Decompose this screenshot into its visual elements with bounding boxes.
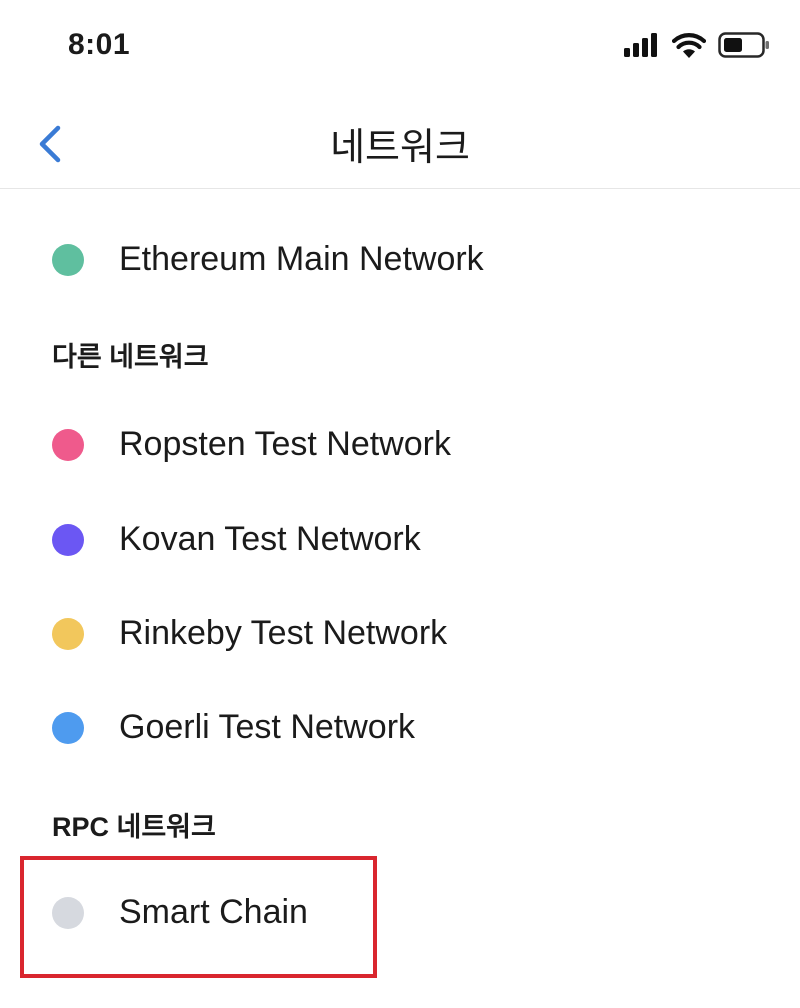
network-item-kovan[interactable]: Kovan Test Network <box>0 500 800 580</box>
battery-icon <box>718 32 769 58</box>
wifi-icon <box>672 33 706 58</box>
network-color-dot <box>52 524 84 556</box>
status-time: 8:01 <box>68 28 131 61</box>
network-label: Ropsten Test Network <box>119 425 451 463</box>
network-label: Rinkeby Test Network <box>119 614 448 652</box>
network-color-dot <box>52 618 84 650</box>
network-label: Ethereum Main Network <box>119 240 484 278</box>
network-color-dot <box>52 429 84 461</box>
network-label: Goerli Test Network <box>119 708 416 746</box>
page-title: 네트워크 <box>330 127 470 169</box>
section-header-other-networks: 다른 네트워크 <box>52 342 209 372</box>
network-item-rinkeby[interactable]: Rinkeby Test Network <box>0 594 800 674</box>
cellular-signal-icon <box>624 33 657 57</box>
network-label: Kovan Test Network <box>119 520 421 558</box>
section-header-rpc-networks: RPC 네트워크 <box>52 812 216 842</box>
network-color-dot <box>52 244 84 276</box>
status-icons <box>624 32 770 58</box>
navigation-bar: 네트워크 <box>0 96 800 189</box>
network-item-goerli[interactable]: Goerli Test Network <box>0 688 800 768</box>
status-bar: 8:01 <box>0 0 800 96</box>
network-item-ethereum-main[interactable]: Ethereum Main Network <box>0 220 800 300</box>
network-color-dot <box>52 712 84 744</box>
highlight-annotation-box <box>20 856 377 978</box>
network-item-ropsten[interactable]: Ropsten Test Network <box>0 405 800 485</box>
